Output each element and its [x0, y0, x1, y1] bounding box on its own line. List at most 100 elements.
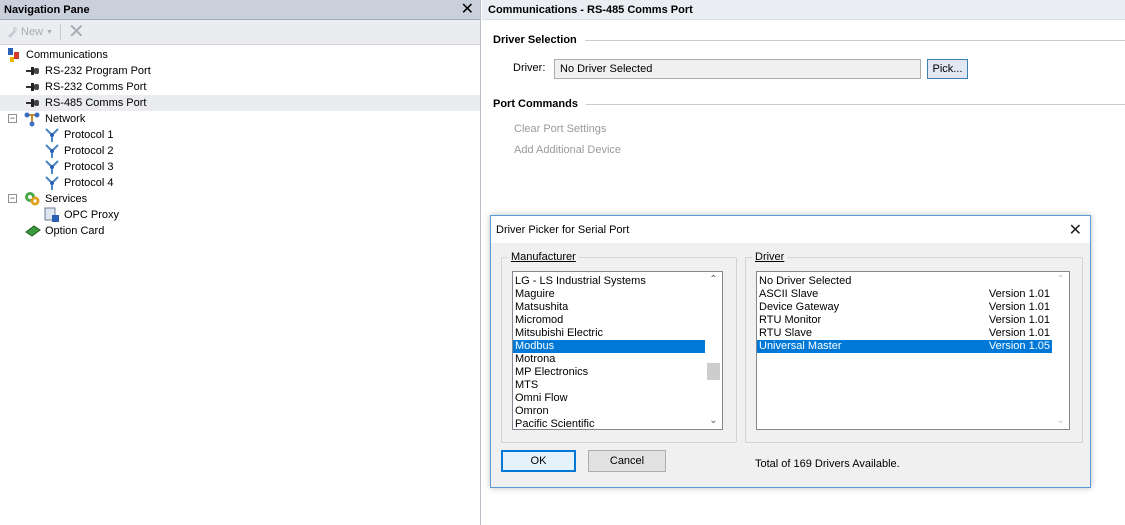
driver-version: Version 1.05 [988, 340, 1050, 352]
manufacturer-list-item[interactable]: Modbus [513, 340, 705, 353]
serial-port-icon [26, 67, 39, 75]
close-icon[interactable]: ✕ [461, 1, 474, 18]
manufacturer-list-item[interactable]: Motrona [513, 353, 705, 366]
tree-item-label: Services [45, 193, 88, 205]
driver-version: Version 1.01 [988, 314, 1050, 326]
new-button[interactable]: New ▼ [6, 26, 53, 38]
tree-item-protocol-4[interactable]: Protocol 4 [0, 175, 480, 191]
driver-name: Universal Master [759, 340, 842, 352]
new-button-label: New [21, 26, 44, 38]
tree-item-option-card[interactable]: Option Card [0, 223, 480, 239]
tree-item-rs485-comms-port[interactable]: RS-485 Comms Port [0, 95, 480, 111]
tree-item-network[interactable]: − Network [0, 111, 480, 127]
manufacturer-scrollbar[interactable]: ⌃ ⌄ [705, 272, 722, 429]
manufacturer-items: LG - LS Industrial Systems Maguire Matsush… [513, 275, 705, 429]
manufacturer-list-item[interactable]: MP Electronics [513, 366, 705, 379]
driver-list-item[interactable]: No Driver Selected [757, 275, 1052, 288]
group-legend-text: Driver [755, 251, 785, 263]
tree-item-opc-proxy[interactable]: OPC Proxy [0, 207, 480, 223]
tree-item-rs232-comms-port[interactable]: RS-232 Comms Port [0, 79, 480, 95]
collapse-icon[interactable]: − [8, 194, 17, 203]
driver-list-item[interactable]: Universal Master Version 1.05 [757, 340, 1052, 353]
protocol-icon [45, 128, 59, 142]
group-legend-text: Manufacturer [511, 251, 576, 263]
communications-icon [8, 48, 19, 62]
driver-legend: Driver [752, 251, 788, 263]
tree-item-communications[interactable]: Communications [0, 47, 480, 63]
clear-port-settings-link[interactable]: Clear Port Settings [514, 123, 606, 135]
collapse-icon[interactable]: − [8, 114, 17, 123]
dialog-title: Driver Picker for Serial Port [496, 223, 630, 236]
ok-button[interactable]: OK [501, 450, 576, 472]
scroll-up-icon[interactable]: ⌃ [705, 273, 722, 287]
manufacturer-group: Manufacturer LG - LS Industrial Systems M… [501, 251, 737, 443]
tree-item-label: Protocol 4 [64, 177, 114, 189]
driver-group: Driver No Driver Selected ASCII Slave Vers… [745, 251, 1083, 443]
tree-item-protocol-1[interactable]: Protocol 1 [0, 127, 480, 143]
driver-list-item[interactable]: ASCII Slave Version 1.01 [757, 288, 1052, 301]
opc-proxy-icon [44, 207, 59, 222]
driver-picker-dialog: Driver Picker for Serial Port ✕ Manufact… [490, 215, 1091, 488]
tree-item-services[interactable]: − Services [0, 191, 480, 207]
manufacturer-list-item[interactable]: Micromod [513, 314, 705, 327]
driver-list-item[interactable]: Device Gateway Version 1.01 [757, 301, 1052, 314]
section-heading: Port Commands [493, 98, 578, 110]
tree-item-label: RS-232 Comms Port [45, 81, 147, 93]
driver-name: RTU Slave [759, 327, 812, 339]
tree-item-protocol-3[interactable]: Protocol 3 [0, 159, 480, 175]
tree-item-label: Network [45, 113, 86, 125]
navigation-pane-title: Navigation Pane [4, 3, 90, 16]
tree-item-label: Communications [26, 49, 108, 61]
driver-version: Version 1.01 [988, 288, 1050, 300]
driver-name: No Driver Selected [759, 275, 852, 287]
driver-version: Version 1.01 [988, 327, 1050, 339]
network-icon [24, 112, 40, 127]
total-drivers-text: Total of 169 Drivers Available. [755, 458, 900, 470]
driver-name: ASCII Slave [759, 288, 819, 300]
add-additional-device-link[interactable]: Add Additional Device [514, 144, 621, 156]
manufacturer-list-item[interactable]: LG - LS Industrial Systems [513, 275, 705, 288]
protocol-icon [45, 144, 59, 158]
dialog-titlebar: Driver Picker for Serial Port ✕ [491, 216, 1090, 243]
manufacturer-list-item[interactable]: Pacific Scientific [513, 418, 705, 429]
tree-item-label: Protocol 1 [64, 129, 114, 141]
driver-field: No Driver Selected [554, 59, 921, 79]
manufacturer-list-item[interactable]: Maguire [513, 288, 705, 301]
driver-list-item[interactable]: RTU Slave Version 1.01 [757, 327, 1052, 340]
driver-name: Device Gateway [759, 301, 840, 313]
manufacturer-legend: Manufacturer [508, 251, 579, 263]
driver-listbox[interactable]: No Driver Selected ASCII Slave Version 1.0… [756, 271, 1070, 430]
driver-name: RTU Monitor [759, 314, 822, 326]
manufacturer-list-item[interactable]: Matsushita [513, 301, 705, 314]
manufacturer-list-item[interactable]: Omron [513, 405, 705, 418]
scrollbar-thumb[interactable] [707, 363, 720, 380]
toolbar-separator [59, 24, 61, 40]
port-commands-section: Port Commands [493, 98, 1125, 110]
tree-item-label: RS-232 Program Port [45, 65, 151, 77]
navigation-tree: Communications RS-232 Program Port RS-23… [0, 45, 480, 239]
manufacturer-listbox[interactable]: LG - LS Industrial Systems Maguire Matsush… [512, 271, 723, 430]
scroll-down-icon[interactable]: ⌄ [705, 414, 722, 428]
tree-item-label: OPC Proxy [64, 209, 120, 221]
divider [584, 39, 1125, 41]
tree-item-label: Option Card [45, 225, 105, 237]
services-icon [25, 192, 40, 206]
manufacturer-list-item[interactable]: MTS [513, 379, 705, 392]
driver-list-item[interactable]: RTU Monitor Version 1.01 [757, 314, 1052, 327]
navigation-pane: Navigation Pane ✕ New ▼ ✕ Communications… [0, 0, 481, 525]
protocol-icon [45, 160, 59, 174]
close-icon[interactable]: ✕ [1069, 220, 1082, 240]
scroll-down-icon: ⌄ [1056, 415, 1065, 426]
driver-label: Driver: [513, 62, 546, 74]
tree-item-rs232-program-port[interactable]: RS-232 Program Port [0, 63, 480, 79]
manufacturer-list-item[interactable]: Mitsubishi Electric [513, 327, 705, 340]
driver-selection-section: Driver Selection [493, 34, 1125, 46]
pick-driver-button[interactable]: Pick... [927, 59, 968, 79]
driver-scrollbar[interactable]: ⌃ ⌄ [1052, 272, 1069, 429]
tree-item-label: Protocol 2 [64, 145, 114, 157]
manufacturer-list-item[interactable]: Omni Flow [513, 392, 705, 405]
tree-item-protocol-2[interactable]: Protocol 2 [0, 143, 480, 159]
cancel-button[interactable]: Cancel [588, 450, 666, 472]
delete-icon[interactable]: ✕ [68, 22, 85, 42]
serial-port-icon [26, 83, 39, 91]
